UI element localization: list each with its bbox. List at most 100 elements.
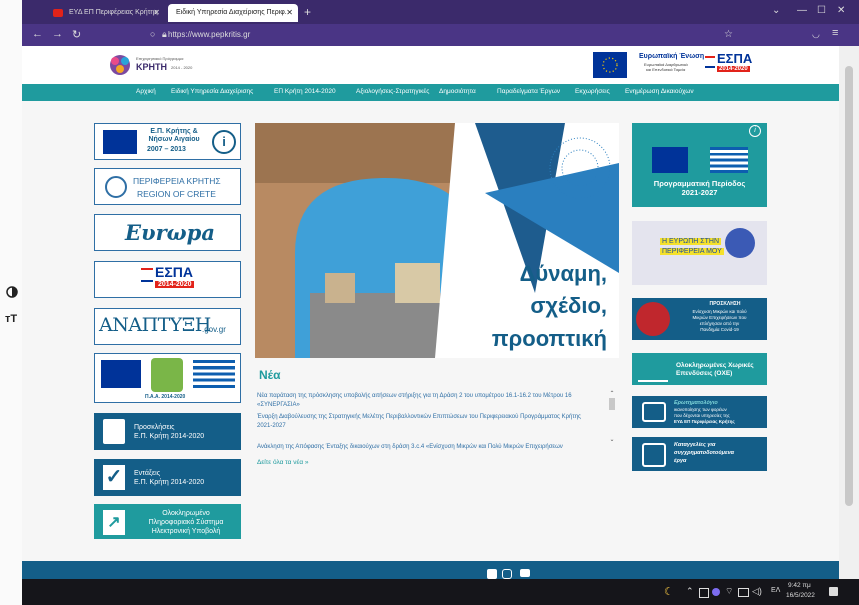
maximize-button[interactable]: ☐ bbox=[817, 5, 826, 16]
region-title-gr: ΠΕΡΙΦΕΡΕΙΑ ΚΡΗΤΗΣ bbox=[133, 176, 221, 186]
logo-title: ΚΡΗΤΗ bbox=[136, 62, 167, 72]
notifications-icon[interactable] bbox=[829, 587, 838, 596]
q-line3: ΕΥΔ ΕΠ Περιφέρειας Κρήτης bbox=[674, 419, 735, 424]
night-light-icon[interactable]: ☾ bbox=[664, 585, 674, 598]
scroll-thumb[interactable] bbox=[609, 398, 615, 410]
eu-flag-icon bbox=[101, 360, 141, 388]
text-size-icon[interactable]: тT bbox=[5, 313, 17, 325]
clock-date[interactable]: 16/5/2022 bbox=[786, 592, 815, 599]
bookmark-star-icon[interactable]: ☆ bbox=[724, 29, 733, 40]
europe-line2: ΠΕΡΙΦΕΡΕΙΑ ΜΟΥ bbox=[660, 248, 724, 255]
europe-in-my-region-banner[interactable]: Η ΕΥΡΩΠΗ ΣΤΗΝ ΠΕΡΙΦΕΡΕΙΑ ΜΟΥ bbox=[632, 221, 767, 285]
volume-icon[interactable]: ◁) bbox=[752, 586, 762, 597]
paa-logo[interactable]: Π.Α.Α. 2014-2020 bbox=[94, 353, 241, 403]
language-indicator[interactable]: ΕΛ bbox=[771, 587, 780, 594]
hero-banner[interactable]: Δύναμη, σχέδιο, προοπτική bbox=[255, 123, 619, 358]
anaptyxi-logo[interactable]: ΑΝΑΠΤΥΞΗ .gov.gr bbox=[94, 308, 241, 345]
lock-icon[interactable]: 🔒︎ bbox=[162, 29, 167, 40]
new-tab-button[interactable]: + bbox=[304, 5, 311, 19]
scroll-thumb[interactable] bbox=[845, 66, 853, 506]
anaptyxi-suffix: .gov.gr bbox=[202, 325, 226, 334]
calls-button[interactable]: Προσκλήσεις Ε.Π. Κρήτη 2014-2020 bbox=[94, 413, 241, 450]
contrast-icon[interactable] bbox=[6, 286, 18, 298]
wifi-icon[interactable]: ⌔ bbox=[725, 586, 733, 597]
tabs-menu-chevron-icon[interactable]: ⌄ bbox=[772, 5, 780, 16]
clock-time[interactable]: 9:42 πμ bbox=[788, 582, 811, 589]
forward-arrow-icon[interactable]: → bbox=[52, 28, 63, 40]
oxe-line2: Επενδύσεις (ΟΧΕ) bbox=[676, 370, 733, 377]
region-of-crete-logo[interactable]: ΠΕΡΙΦΕΡΕΙΑ ΚΡΗΤΗΣ REGION OF CRETE bbox=[94, 168, 241, 205]
news-title: Νέα bbox=[259, 368, 281, 382]
close-icon[interactable]: ✕ bbox=[153, 4, 160, 22]
tab-active[interactable]: Ειδική Υπηρεσία Διαχείρισης Περιφ. ✕ bbox=[168, 4, 298, 22]
calls-line1: Προσκλήσεις bbox=[134, 424, 175, 431]
youtube-icon[interactable] bbox=[520, 569, 530, 577]
tray-app2-icon[interactable] bbox=[712, 588, 720, 596]
menu-item-evaluations[interactable]: Αξιολογήσεις-Στρατηγικές bbox=[356, 88, 429, 95]
close-window-button[interactable]: ✕ bbox=[837, 5, 845, 16]
news-scrollbar[interactable]: ⌃ ⌄ bbox=[608, 390, 616, 448]
instagram-icon[interactable] bbox=[502, 569, 512, 579]
scroll-up-icon[interactable]: ⌃ bbox=[608, 390, 616, 397]
site-logo[interactable]: Επιχειρησιακό Πρόγραμμα ΚΡΗΤΗ 2014 - 202… bbox=[107, 51, 217, 79]
hero-line1: Δύναμη, bbox=[519, 261, 607, 286]
espa-lines-icon bbox=[705, 56, 715, 68]
period-2021-2027-banner[interactable]: i Προγραμματική Περίοδος 2021-2027 bbox=[632, 123, 767, 207]
integrations-line1: Εντάξεις bbox=[134, 470, 161, 477]
virus-icon bbox=[636, 302, 670, 336]
covid-call-banner[interactable]: ΠΡΟΣΚΛΗΣΗ Ενίσχυση Μικρών και πολύ Μικρώ… bbox=[632, 298, 767, 340]
minimize-button[interactable]: — bbox=[797, 5, 807, 16]
youtube-icon bbox=[53, 9, 63, 17]
europa-logo[interactable]: Ευrωpa bbox=[94, 214, 241, 251]
facebook-icon[interactable] bbox=[487, 569, 497, 579]
call-line1: Ενίσχυση Μικρών και πολύ bbox=[692, 309, 747, 314]
period-label: Προγραμματική Περίοδος 2021-2027 bbox=[653, 179, 746, 197]
menu-item-managing-authority[interactable]: Ειδική Υπηρεσία Διαχείρισης bbox=[171, 88, 253, 95]
news-item[interactable]: Ανάκληση της Απόφασης Ένταξης δικαιούχων… bbox=[257, 443, 601, 452]
menu-item-beneficiaries[interactable]: Ενημέρωση Δικαιούχων bbox=[625, 88, 694, 95]
checkbox-icon: ✓ bbox=[103, 465, 125, 490]
calls-line2: Ε.Π. Κρήτη 2014-2020 bbox=[134, 433, 205, 440]
tab-pep-kritis[interactable]: ΕΥΔ ΕΠ Περιφέρειας Κρήτης ✕ bbox=[45, 4, 165, 22]
report-line1: Καταγγελίες για bbox=[674, 442, 716, 448]
news-section: Νέα Νέα παράταση της πρόσκλησης υποβολής… bbox=[255, 368, 619, 473]
espa-title: ΕΣΠΑ bbox=[155, 264, 193, 280]
menu-item-project-examples[interactable]: Παραδείγματα Έργων bbox=[497, 88, 560, 95]
menu-item-ep-kriti[interactable]: ΕΠ Κρήτη 2014-2020 bbox=[274, 88, 336, 95]
menu-item-assignments[interactable]: Εκχωρήσεις bbox=[575, 88, 610, 95]
tab-label: ΕΥΔ ΕΠ Περιφέρειας Κρήτης bbox=[69, 9, 158, 16]
news-item[interactable]: Νέα παράταση της πρόσκλησης υποβολής αιτ… bbox=[257, 392, 597, 410]
menu-item-publicity[interactable]: Δημοσιότητα bbox=[439, 88, 476, 95]
oxe-banner[interactable]: Ολοκληρωμένες Χωρικές Επενδύσεις (ΟΧΕ) bbox=[632, 353, 767, 385]
page-scrollbar[interactable] bbox=[839, 46, 859, 579]
hero-line3: προοπτική bbox=[491, 326, 607, 351]
shield-icon[interactable]: ○ bbox=[150, 29, 155, 39]
news-item[interactable]: Έναρξη Διαβούλευσης της Στρατηγικής Μελέ… bbox=[257, 413, 597, 431]
see-all-news-link[interactable]: Δείτε όλα τα νέα » bbox=[257, 459, 309, 466]
pocket-icon[interactable]: ◡ bbox=[812, 29, 820, 40]
call-line3: επλήγησαν από την bbox=[699, 321, 740, 326]
reload-icon[interactable]: ↻ bbox=[72, 28, 81, 41]
chevron-up-icon[interactable]: ⌃ bbox=[686, 586, 694, 597]
hamburger-menu-icon[interactable]: ≡ bbox=[832, 27, 838, 39]
questionnaire-banner[interactable]: Ερωτηματολόγιο ικανοποίησης των φορέων π… bbox=[632, 396, 767, 428]
paa-label: Π.Α.Α. 2014-2020 bbox=[145, 394, 186, 400]
integrations-button[interactable]: ✓ Εντάξεις Ε.Π. Κρήτη 2014-2020 bbox=[94, 459, 241, 496]
report-banner[interactable]: Καταγγελίες για συγχρηματοδοτούμενα έργα bbox=[632, 437, 767, 471]
logo-years: 2014 - 2020 bbox=[171, 65, 193, 70]
espa-logo-left[interactable]: ΕΣΠΑ 2014-2020 bbox=[94, 261, 241, 298]
scroll-down-icon[interactable]: ⌄ bbox=[608, 436, 616, 443]
ops-submission-button[interactable]: ↗ Ολοκληρωμένο Πληροφοριακό Σύστημα Ηλεκ… bbox=[94, 504, 241, 539]
back-arrow-icon[interactable]: ← bbox=[32, 28, 43, 40]
ep-2007-2013-logo[interactable]: Ε.Π. Κρήτης & Νήσων Αιγαίου 2007 – 2013 … bbox=[94, 123, 241, 160]
url-bar[interactable]: https://www.pepkritis.gr bbox=[168, 27, 768, 43]
person-chat-icon bbox=[642, 443, 666, 467]
info-icon: i bbox=[212, 130, 236, 154]
close-icon[interactable]: ✕ bbox=[286, 4, 293, 22]
hero-arch-image bbox=[255, 123, 619, 358]
espa-lines-icon bbox=[141, 268, 153, 282]
tray-app-icon[interactable] bbox=[699, 588, 709, 598]
display-icon[interactable] bbox=[738, 588, 749, 597]
menu-item-home[interactable]: Αρχική bbox=[136, 88, 156, 95]
main-menu: Αρχική Ειδική Υπηρεσία Διαχείρισης ΕΠ Κρ… bbox=[22, 84, 839, 101]
